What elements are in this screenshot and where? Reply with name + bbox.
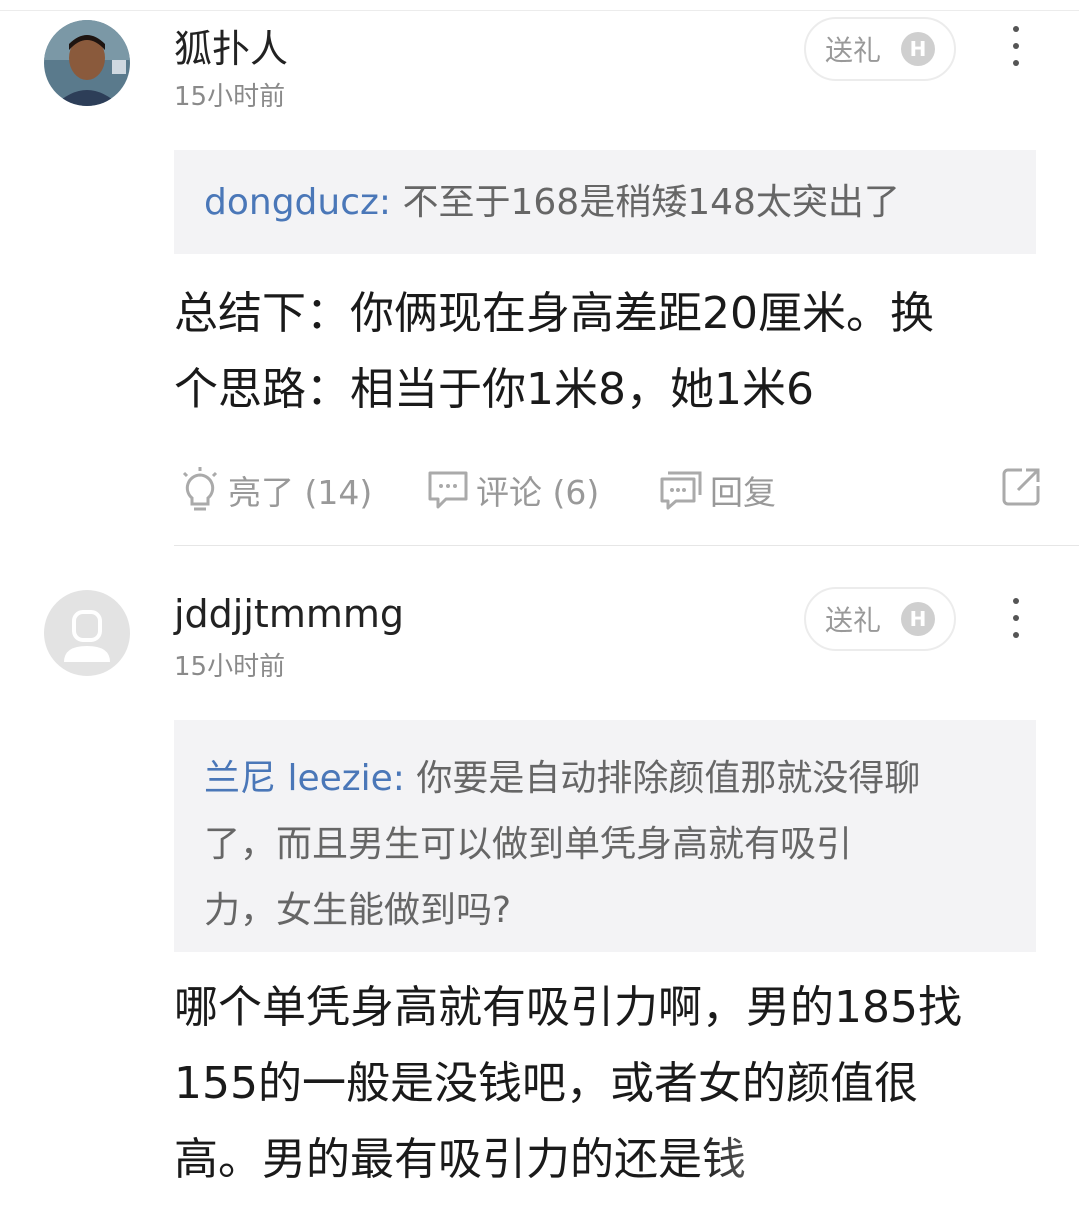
comment-body-line: 155的一般是没钱吧，或者女的颜值很 xyxy=(174,1058,918,1109)
more-vertical-icon[interactable] xyxy=(1004,598,1028,638)
quote-text: 你要是自动排除颜值那就没得聊 xyxy=(404,758,921,799)
quoted-comment[interactable]: dongducz: 不至于168是稍矮148太突出了 xyxy=(174,150,1036,254)
chat-bubble-icon xyxy=(428,471,468,509)
reply-button[interactable]: 回复 xyxy=(658,466,776,514)
user-avatar[interactable] xyxy=(44,20,130,106)
username[interactable]: 狐扑人 xyxy=(174,18,288,73)
comment-button[interactable]: 评论 (6) xyxy=(426,466,599,514)
h-badge-icon: H xyxy=(901,602,935,636)
more-vertical-icon[interactable] xyxy=(1004,26,1028,66)
comment-item: jddjjtmmmg 15小时前 送礼 H 兰尼 leezie: 你要是自动排除… xyxy=(0,546,1079,1224)
post-time: 15小时前 xyxy=(174,82,286,112)
comment-actions: 亮了 (14) 评论 (6) 回复 xyxy=(174,466,1044,526)
comment-label: 评论 (6) xyxy=(476,473,600,512)
quote-author[interactable]: 兰尼 leezie: xyxy=(204,758,405,799)
comment-body-line: 个思路：相当于你1米8，她1米6 xyxy=(174,364,814,415)
quote-text: 不至于168是稍矮148太突出了 xyxy=(391,182,900,223)
like-button[interactable]: 亮了 (14) xyxy=(178,466,372,514)
comment-body-line: 总结下：你俩现在身高差距20厘米。换 xyxy=(174,288,934,339)
quoted-comment[interactable]: 兰尼 leezie: 你要是自动排除颜值那就没得聊 了，而且男生可以做到单凭身高… xyxy=(174,720,1036,952)
default-user-avatar[interactable] xyxy=(44,590,130,676)
quote-text: 力，女生能做到吗? xyxy=(204,890,512,931)
quote-text: 了，而且男生可以做到单凭身高就有吸引 xyxy=(204,824,853,865)
share-button[interactable] xyxy=(1000,466,1042,508)
reply-bubble-icon xyxy=(660,471,702,510)
like-label: 亮了 (14) xyxy=(228,473,373,512)
post-time: 15小时前 xyxy=(174,652,286,682)
username[interactable]: jddjjtmmmg xyxy=(174,592,404,636)
quote-author[interactable]: dongducz: xyxy=(204,182,391,223)
comment-body-line: 哪个单凭身高就有吸引力啊，男的185找 xyxy=(174,982,962,1033)
reply-label: 回复 xyxy=(710,473,776,512)
share-icon xyxy=(1002,468,1040,506)
gift-button[interactable]: 送礼 H xyxy=(804,587,956,651)
lightbulb-icon xyxy=(182,467,218,511)
gift-label: 送礼 xyxy=(824,604,881,637)
gift-button[interactable]: 送礼 H xyxy=(804,17,956,81)
h-badge-icon: H xyxy=(901,32,935,66)
comment-item: 狐扑人 15小时前 送礼 H dongducz: 不至于168是稍矮148太突出… xyxy=(0,0,1079,545)
gift-label: 送礼 xyxy=(824,34,881,67)
comment-body: 总结下：你俩现在身高差距20厘米。换 个思路：相当于你1米8，她1米6 xyxy=(174,276,1024,428)
bottom-fade-overlay xyxy=(700,1130,1079,1224)
